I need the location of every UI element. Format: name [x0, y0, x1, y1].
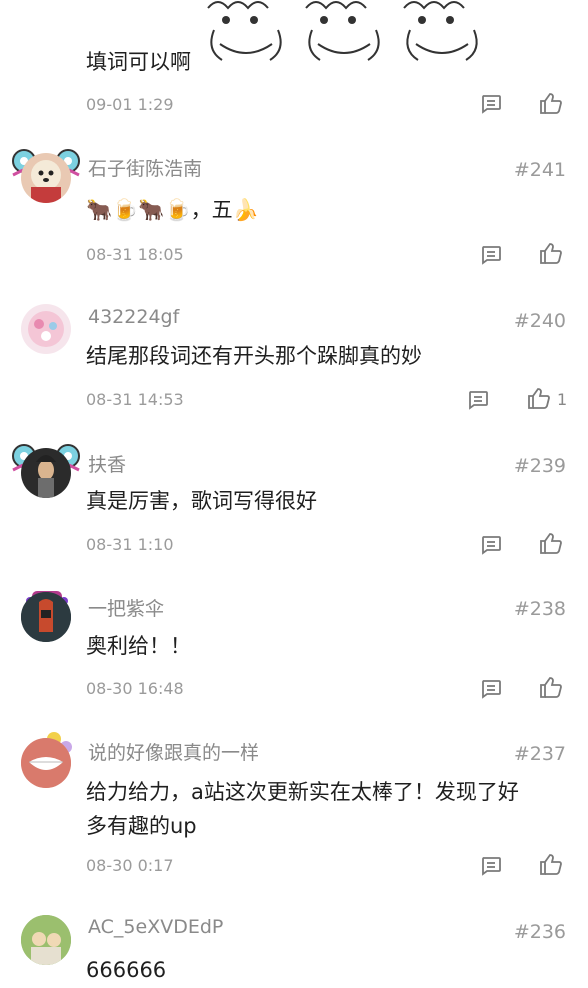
comment-text: 666666 [86, 958, 167, 982]
avatar[interactable] [21, 448, 71, 498]
comment-item: 一把紫伞 #238 奥利给！！ 08-30 16:48 [0, 580, 588, 720]
comment-text: 真是厉害，歌词写得很好 [86, 489, 317, 513]
reply-icon [482, 857, 501, 876]
floor-number: #237 [513, 743, 566, 765]
username[interactable]: 扶香 [88, 450, 126, 477]
comment-text: 填词可以啊 [86, 50, 191, 74]
comment-time: 08-30 0:17 [86, 856, 174, 875]
like-button[interactable] [538, 530, 564, 556]
like-button[interactable] [526, 385, 552, 411]
comment-item: 432224gf #240 结尾那段词还有开头那个跺脚真的妙 08-31 14:… [0, 292, 588, 432]
comment-text: 🐂🍺🐂🍺，五🍌 [86, 198, 259, 222]
reply-button[interactable] [478, 242, 504, 268]
reply-button[interactable] [478, 532, 504, 558]
username[interactable]: 说的好像跟真的一样 [88, 738, 259, 765]
reply-icon [482, 95, 501, 114]
comment-item: 说的好像跟真的一样 #237 给力给力，a站这次更新实在太棒了！发现了好 多有趣… [0, 722, 588, 902]
thumbs-up-icon [540, 533, 562, 554]
reply-icon [469, 391, 488, 410]
like-button[interactable] [538, 90, 564, 116]
floor-number: #236 [513, 921, 566, 943]
like-button[interactable] [538, 674, 564, 700]
avatar[interactable] [21, 738, 71, 788]
comment-time: 09-01 1:29 [86, 95, 174, 114]
comment-text-line-1: 给力给力，a站这次更新实在太棒了！发现了好 [86, 780, 519, 804]
comment-time: 08-31 14:53 [86, 390, 184, 409]
thumbs-up-icon [540, 243, 562, 264]
floor-number: #239 [513, 455, 566, 477]
username[interactable]: 石子街陈浩南 [88, 154, 202, 181]
username[interactable]: AC_5eXVDEdP [88, 916, 223, 938]
comment-text-line-2: 多有趣的up [86, 814, 197, 838]
thumbs-up-icon [540, 677, 562, 698]
reply-button[interactable] [478, 91, 504, 117]
avatar[interactable] [21, 592, 71, 642]
comment-item: 石子街陈浩南 #241 🐂🍺🐂🍺，五🍌 08-31 18:05 [0, 140, 588, 280]
thumbs-up-icon [528, 388, 550, 409]
avatar[interactable] [21, 153, 71, 203]
comment-time: 08-31 1:10 [86, 535, 174, 554]
comment-time: 08-31 18:05 [86, 245, 184, 264]
comment-time: 08-30 16:48 [86, 679, 184, 698]
reply-button[interactable] [478, 676, 504, 702]
floor-number: #241 [513, 159, 566, 181]
like-count: 1 [557, 390, 568, 409]
avatar[interactable] [21, 915, 71, 965]
floor-number: #238 [513, 598, 566, 620]
thumbs-up-icon [540, 93, 562, 114]
thumbs-up-icon [540, 854, 562, 875]
reply-icon [482, 536, 501, 555]
username[interactable]: 一把紫伞 [88, 594, 164, 621]
reply-icon [482, 246, 501, 265]
username[interactable]: 432224gf [88, 306, 179, 328]
comment-item: 扶香 #239 真是厉害，歌词写得很好 08-31 1:10 [0, 436, 588, 576]
comment-text: 奥利给！！ [86, 634, 191, 658]
reply-icon [482, 680, 501, 699]
comment-item: 填词可以啊 09-01 1:29 [0, 0, 588, 130]
like-button[interactable] [538, 851, 564, 877]
comment-text: 结尾那段词还有开头那个跺脚真的妙 [86, 344, 422, 368]
floor-number: #240 [513, 310, 566, 332]
reply-button[interactable] [478, 853, 504, 879]
like-button[interactable] [538, 240, 564, 266]
reply-button[interactable] [465, 387, 491, 413]
comment-item: AC_5eXVDEdP #236 666666 [0, 900, 588, 987]
avatar[interactable] [21, 304, 71, 354]
